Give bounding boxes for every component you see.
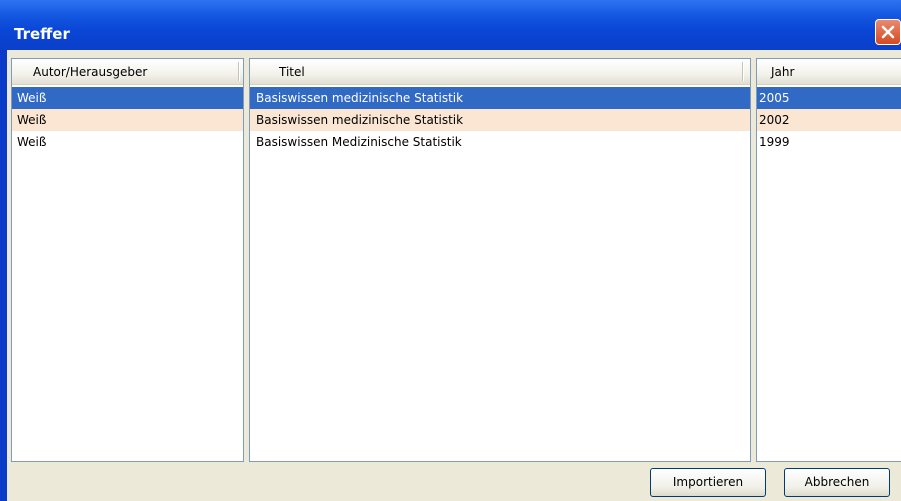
year-cell: 2002	[759, 113, 790, 127]
year-cell: 2005	[759, 91, 790, 105]
dialog-client-area: Autor/Herausgeber Weiß Weiß Weiß Titel B…	[7, 50, 901, 501]
author-column-header-label: Autor/Herausgeber	[33, 65, 148, 79]
title-cell: Basiswissen medizinische Statistik	[256, 91, 464, 105]
column-header-divider[interactable]	[742, 62, 744, 81]
column-header-divider[interactable]	[238, 62, 240, 81]
title-cell: Basiswissen medizinische Statistik	[256, 113, 464, 127]
year-cell: 1999	[759, 135, 790, 149]
window-title: Treffer	[14, 25, 70, 43]
year-row-2[interactable]: 2002	[757, 109, 901, 131]
close-icon	[881, 25, 895, 39]
title-column-header-label: Titel	[279, 65, 305, 79]
author-list-panel: Autor/Herausgeber Weiß Weiß Weiß	[11, 58, 244, 462]
author-row-3[interactable]: Weiß	[12, 131, 243, 153]
author-cell: Weiß	[17, 91, 47, 105]
title-bar[interactable]: Treffer	[0, 0, 901, 50]
title-list-panel: Titel Basiswissen medizinische Statistik…	[249, 58, 751, 462]
dialog-window: Treffer Autor/Herausgeber Weiß Weiß Weiß	[0, 0, 901, 501]
import-button[interactable]: Importieren	[650, 468, 766, 497]
year-row-3[interactable]: 1999	[757, 131, 901, 153]
author-row-1[interactable]: Weiß	[12, 87, 243, 109]
year-row-1[interactable]: 2005	[757, 87, 901, 109]
year-column-header[interactable]: Jahr	[757, 59, 901, 85]
author-cell: Weiß	[17, 113, 47, 127]
title-cell: Basiswissen Medizinische Statistik	[256, 135, 462, 149]
title-row-1[interactable]: Basiswissen medizinische Statistik	[250, 87, 750, 109]
year-column-header-label: Jahr	[771, 65, 795, 79]
author-cell: Weiß	[17, 135, 47, 149]
author-row-2[interactable]: Weiß	[12, 109, 243, 131]
author-column-header[interactable]: Autor/Herausgeber	[12, 59, 243, 85]
title-row-2[interactable]: Basiswissen medizinische Statistik	[250, 109, 750, 131]
cancel-button[interactable]: Abbrechen	[784, 468, 890, 497]
title-column-header[interactable]: Titel	[250, 59, 750, 85]
year-list-panel: Jahr 2005 2002 1999	[756, 58, 901, 462]
title-row-3[interactable]: Basiswissen Medizinische Statistik	[250, 131, 750, 153]
close-button[interactable]	[875, 19, 901, 45]
